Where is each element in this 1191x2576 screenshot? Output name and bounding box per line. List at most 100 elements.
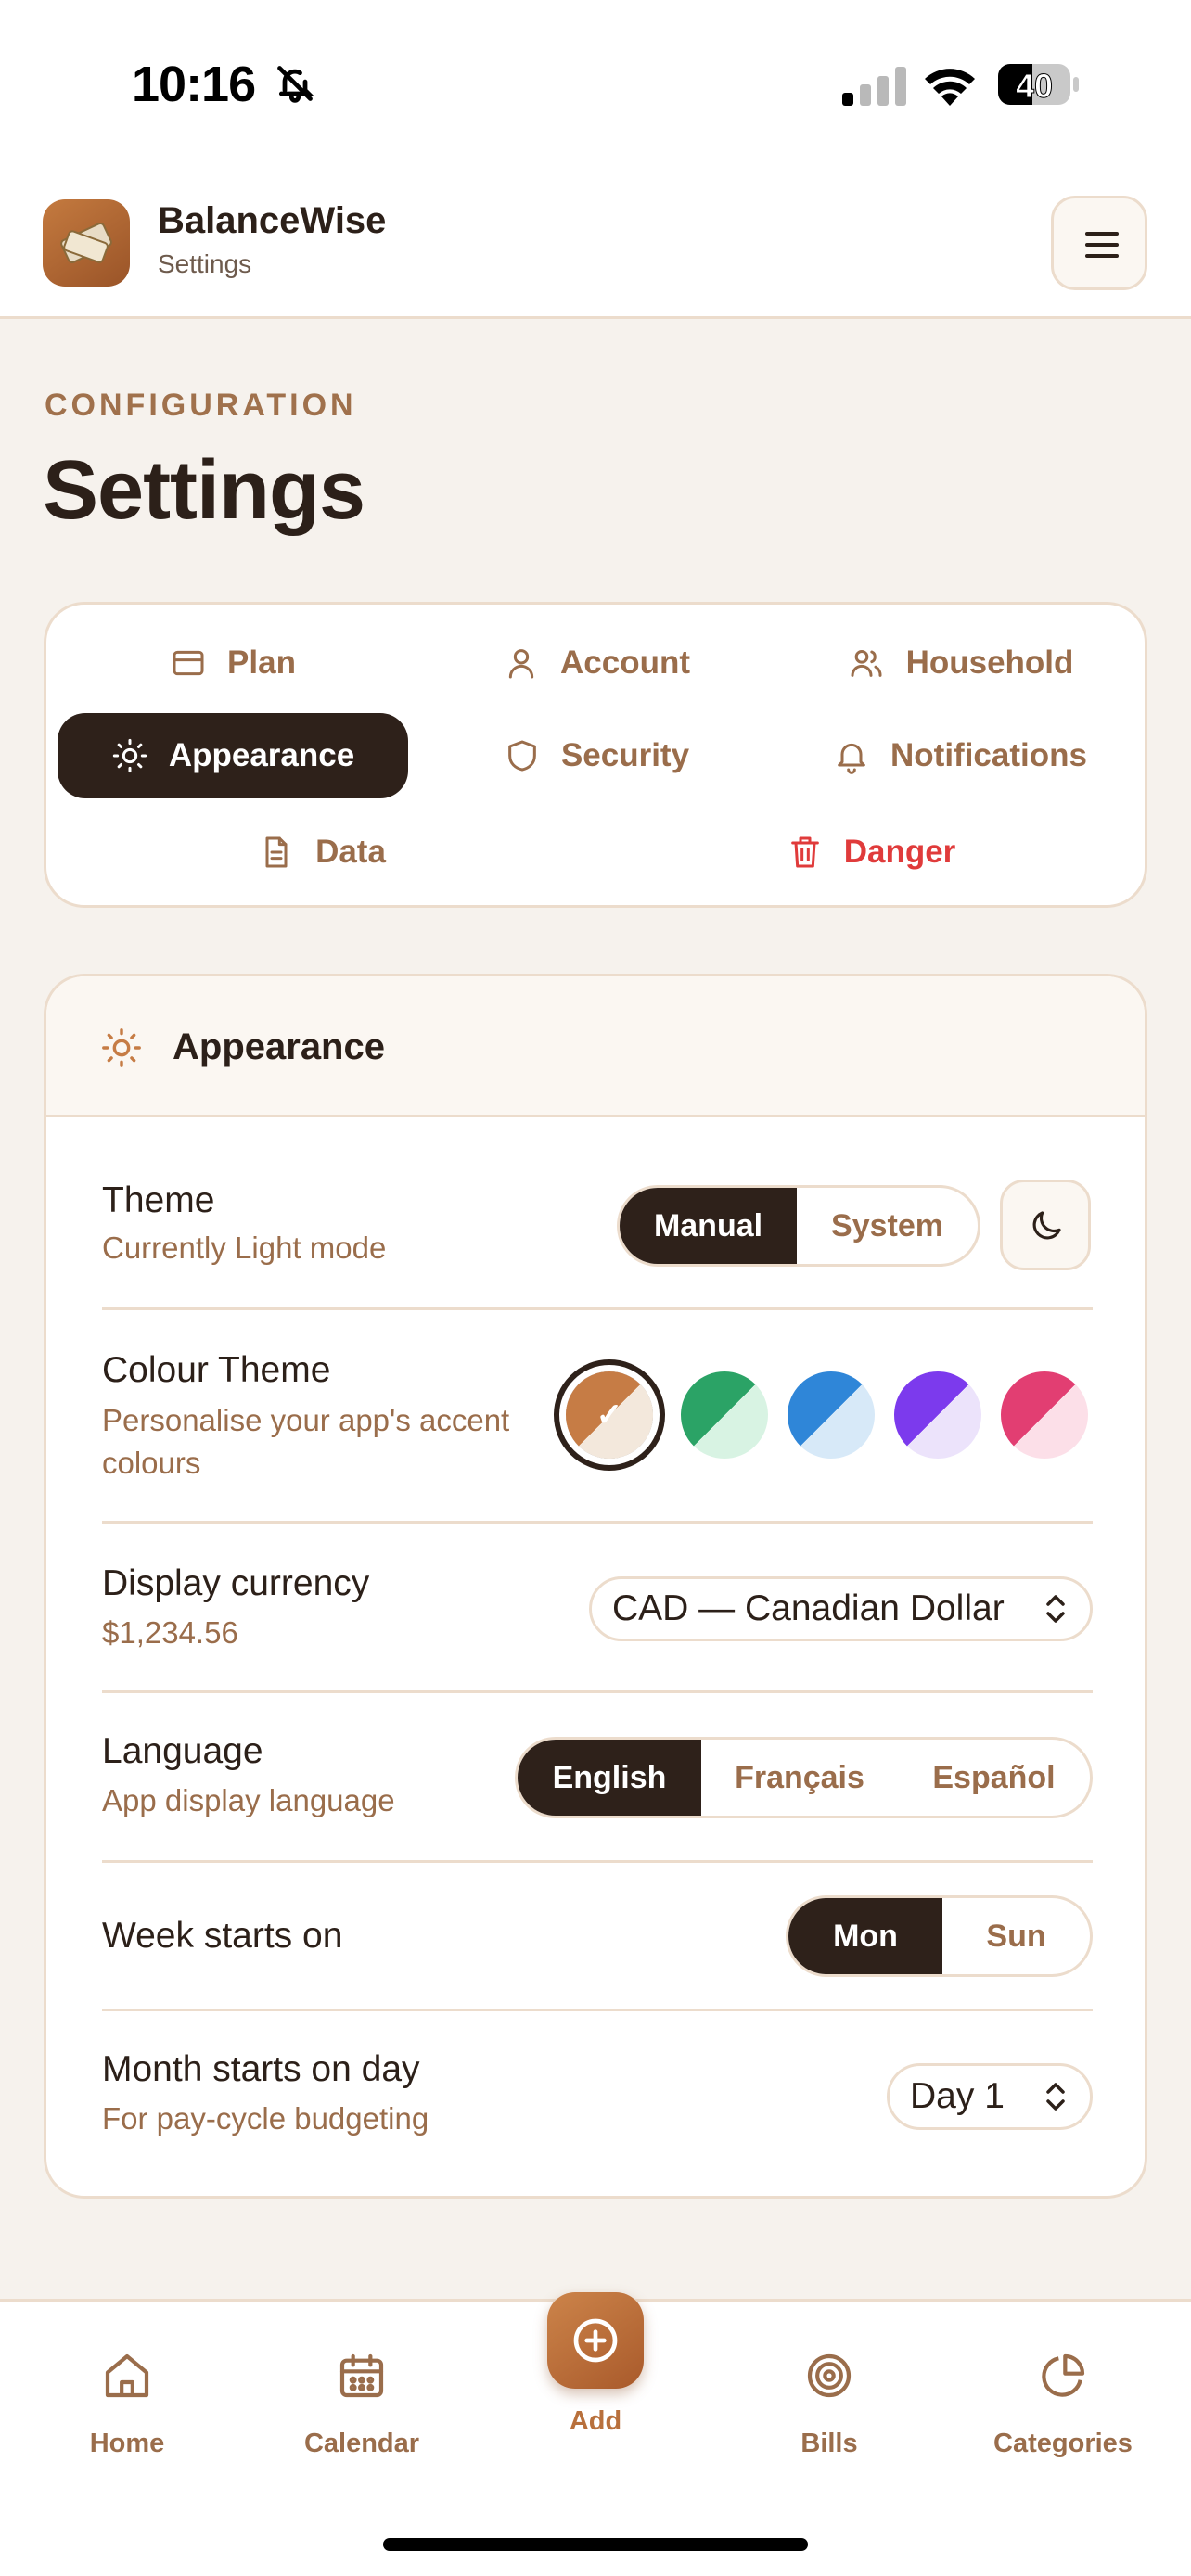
cell-signal-icon: [842, 67, 906, 106]
swatch-copper[interactable]: ✓: [566, 1371, 653, 1459]
app-subtitle: Settings: [158, 249, 252, 278]
month-start-label: Month starts on day: [102, 2049, 420, 2089]
nav-label: Calendar: [303, 2429, 420, 2458]
swatch-blue[interactable]: [788, 1371, 875, 1459]
target-icon: [807, 2353, 852, 2398]
status-time: 10:16: [132, 57, 256, 112]
divider: [102, 2009, 1093, 2011]
language-sublabel: App display language: [102, 1783, 395, 1817]
tab-appearance[interactable]: Appearance: [58, 713, 408, 798]
language-option-francais[interactable]: Français: [701, 1740, 898, 1816]
trash-icon: [790, 836, 819, 868]
week-option-mon[interactable]: Mon: [788, 1898, 942, 1974]
theme-mode-toggle: Manual System: [617, 1185, 980, 1267]
app-logo: [43, 199, 130, 287]
users-icon: [851, 650, 882, 677]
appearance-card: Appearance Theme Currently Light mode Ma…: [44, 974, 1147, 2199]
tab-danger[interactable]: Danger: [607, 810, 1135, 895]
app-name: BalanceWise: [158, 200, 387, 241]
calendar-icon: [339, 2353, 384, 2398]
battery-level: 40: [1015, 67, 1054, 106]
currency-sample: $1,234.56: [102, 1615, 238, 1650]
bottom-nav: Home Calendar Add Bills Categories: [0, 2292, 1191, 2576]
home-indicator[interactable]: [383, 2538, 808, 2551]
nav-label: Home: [89, 2429, 165, 2458]
card-icon: [173, 650, 204, 676]
swatch-pink[interactable]: [1001, 1371, 1088, 1459]
dark-mode-button[interactable]: [1000, 1180, 1091, 1270]
nav-bills[interactable]: Bills: [736, 2302, 922, 2487]
tab-security[interactable]: Security: [421, 713, 772, 798]
chevron-updown-icon: [1046, 1595, 1065, 1623]
colour-theme-label: Colour Theme: [102, 1350, 331, 1390]
tab-label: Account: [560, 644, 690, 681]
tab-label: Plan: [227, 644, 296, 681]
tab-household[interactable]: Household: [785, 620, 1135, 706]
week-start-toggle: Mon Sun: [786, 1895, 1093, 1977]
status-bar: 10:16 40: [0, 0, 1191, 167]
theme-option-manual[interactable]: Manual: [620, 1188, 797, 1264]
theme-sublabel: Currently Light mode: [102, 1231, 387, 1265]
language-option-english[interactable]: English: [518, 1740, 701, 1816]
tab-data[interactable]: Data: [58, 810, 586, 895]
divider: [102, 1860, 1093, 1863]
divider: [102, 1307, 1093, 1310]
divider: [102, 1521, 1093, 1524]
nav-calendar[interactable]: Calendar: [269, 2302, 455, 2487]
swatch-green[interactable]: [681, 1371, 768, 1459]
week-option-sun[interactable]: Sun: [942, 1898, 1090, 1974]
nav-label: Bills: [800, 2429, 858, 2458]
tab-label: Appearance: [168, 737, 355, 773]
app-header: BalanceWise Settings: [0, 167, 1191, 319]
month-start-sublabel: For pay-cycle budgeting: [102, 2101, 429, 2136]
bell-icon: [838, 743, 865, 774]
currency-value: CAD — Canadian Dollar: [612, 1588, 1005, 1628]
page-eyebrow: CONFIGURATION: [45, 388, 357, 423]
battery-icon: 40: [997, 63, 1081, 106]
bell-muted-icon: [277, 66, 314, 103]
week-start-label: Week starts on: [102, 1916, 343, 1956]
nav-home[interactable]: Home: [34, 2302, 220, 2487]
swatch-purple[interactable]: [894, 1371, 981, 1459]
tab-label: Notifications: [890, 737, 1087, 773]
settings-tabs: Plan Account Household Appearance Securi…: [44, 602, 1147, 908]
home-icon: [105, 2353, 149, 2398]
menu-button[interactable]: [1051, 196, 1147, 290]
section-title: Appearance: [173, 1027, 385, 1067]
hamburger-icon: [1085, 232, 1119, 258]
language-toggle: English Français Español: [515, 1737, 1093, 1818]
tab-label: Security: [560, 737, 690, 773]
month-start-value: Day 1: [910, 2076, 1005, 2116]
currency-select[interactable]: CAD — Canadian Dollar: [589, 1576, 1093, 1641]
appearance-header: Appearance: [46, 976, 1145, 1117]
user-icon: [508, 649, 534, 679]
plus-circle-icon: [573, 2318, 618, 2363]
page-title: Settings: [43, 444, 365, 537]
theme-label: Theme: [102, 1180, 215, 1220]
tab-label: Household: [905, 644, 1074, 681]
pie-chart-icon: [1042, 2353, 1085, 2397]
nav-add-label: Add: [569, 2406, 622, 2436]
tab-label: Data: [315, 834, 386, 870]
colour-theme-sublabel: Personalise your app's accent colours: [102, 1403, 510, 1480]
tab-plan[interactable]: Plan: [58, 620, 408, 706]
tab-label: Danger: [843, 834, 956, 870]
moon-icon: [1032, 1211, 1061, 1240]
tab-account[interactable]: Account: [421, 620, 772, 706]
wifi-icon: [925, 69, 975, 106]
language-option-espanol[interactable]: Español: [898, 1740, 1090, 1816]
add-button[interactable]: [547, 2292, 644, 2389]
shield-icon: [508, 740, 536, 772]
month-start-select[interactable]: Day 1: [887, 2063, 1093, 2130]
divider: [102, 1690, 1093, 1693]
check-icon: ✓: [596, 1397, 623, 1433]
theme-option-system[interactable]: System: [797, 1188, 978, 1264]
language-label: Language: [102, 1731, 263, 1771]
sun-icon: [102, 1028, 141, 1067]
currency-label: Display currency: [102, 1563, 370, 1603]
tab-notifications[interactable]: Notifications: [785, 713, 1135, 798]
nav-categories[interactable]: Categories: [970, 2302, 1156, 2487]
chevron-updown-icon: [1046, 2083, 1065, 2111]
document-icon: [265, 836, 288, 868]
nav-label: Categories: [993, 2429, 1133, 2458]
